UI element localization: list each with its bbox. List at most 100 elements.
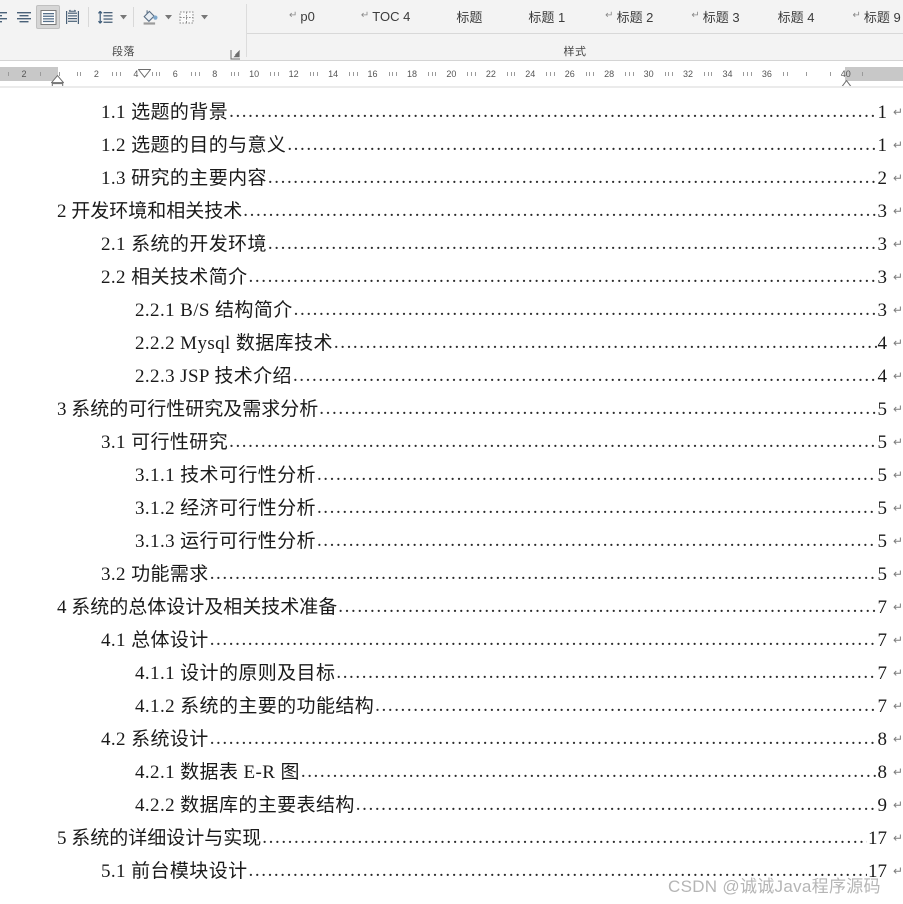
ruler-number: 12 — [288, 69, 299, 79]
ruler-tick — [234, 72, 236, 76]
styles-gallery: ↵ p0 ↵ TOC 4 标题 标题 1 ↵ 标题 2 ↵ 标题 3 标题 4 … — [247, 0, 903, 33]
toc-entry[interactable]: 4.1 总体设计................................… — [57, 625, 903, 658]
align-center-button[interactable] — [12, 5, 36, 29]
style-item-p0[interactable]: ↵ p0 — [279, 1, 325, 32]
toc-entry-page-number: 5 — [877, 465, 888, 486]
toc-entry-label: 2.2.3 JSP 技术介绍 — [135, 366, 292, 387]
toc-leader-dots: ........................................… — [316, 530, 877, 551]
toc-entry-page-number: 3 — [877, 201, 888, 222]
toc-leader-dots: ........................................… — [336, 662, 877, 683]
toc-entry-label: 5 系统的详细设计与实现 — [57, 828, 262, 849]
paragraph-mark-icon: ↵ — [892, 699, 903, 713]
style-item-heading-9[interactable]: ↵ 标题 9 — [842, 1, 903, 32]
style-item-heading-3[interactable]: ↵ 标题 3 — [681, 1, 749, 32]
toolbar-separator — [88, 7, 89, 27]
toc-entry-page-number: 17 — [868, 861, 887, 882]
line-spacing-button[interactable] — [93, 5, 117, 29]
toc-entry[interactable]: 2.2.2 Mysql 数据库技术.......................… — [57, 328, 903, 361]
toc-leader-dots: ........................................… — [209, 629, 877, 650]
toc-entry[interactable]: 1.2 选题的目的与意义............................… — [57, 130, 903, 163]
toc-entry[interactable]: 1.1 选题的背景...............................… — [57, 97, 903, 130]
toc-leader-dots: ........................................… — [209, 563, 877, 584]
ruler-tick — [116, 72, 118, 76]
paragraph-mark-icon: ↵ — [892, 501, 903, 515]
toc-leader-dots: ........................................… — [243, 200, 877, 221]
toc-entry[interactable]: 5 系统的详细设计与实现............................… — [57, 823, 903, 856]
style-item-heading-1[interactable]: 标题 1 — [518, 1, 575, 32]
style-label: 标题 — [456, 10, 483, 25]
style-item-toc4[interactable]: ↵ TOC 4 — [351, 1, 420, 32]
ruler-tick — [112, 72, 114, 76]
ruler-number: 6 — [172, 69, 178, 79]
align-justify-button[interactable] — [36, 5, 60, 29]
toc-entry-page-number: 17 — [868, 828, 887, 849]
borders-dropdown-arrow[interactable] — [198, 5, 210, 29]
toc-entry-page-number: 3 — [877, 267, 888, 288]
ruler-number: 8 — [212, 69, 218, 79]
toc-entry[interactable]: 3.1.1 技术可行性分析...........................… — [57, 460, 903, 493]
toc-leader-dots: ........................................… — [267, 233, 877, 254]
borders-button[interactable] — [174, 5, 198, 29]
style-item-title[interactable]: 标题 — [446, 1, 492, 32]
paragraph-mark-icon: ↵ — [892, 864, 903, 878]
toc-entry[interactable]: 3.2 功能需求................................… — [57, 559, 903, 592]
toc-entry-page-number: 5 — [877, 498, 888, 519]
ruler-tick — [743, 72, 745, 76]
style-item-heading-2[interactable]: ↵ 标题 2 — [595, 1, 663, 32]
style-label: 标题 4 — [777, 10, 815, 25]
toc-entry[interactable]: 2.2.1 B/S 结构简介..........................… — [57, 295, 903, 328]
ribbon-group-paragraph: 段落 — [0, 0, 247, 61]
paragraph-mark-icon: ↵ — [892, 534, 903, 548]
ruler-tick — [806, 72, 808, 76]
toc-leader-dots: ........................................… — [338, 596, 876, 617]
ruler-tick — [356, 72, 358, 76]
toc-leader-dots: ........................................… — [319, 398, 876, 419]
toc-entry[interactable]: 2.2 相关技术简介..............................… — [57, 262, 903, 295]
toc-entry-page-number: 2 — [877, 168, 888, 189]
ruler-tick — [80, 72, 82, 76]
line-spacing-dropdown-arrow[interactable] — [117, 5, 129, 29]
ruler-number: 34 — [722, 69, 733, 79]
horizontal-ruler[interactable]: 2 2 4 6 8 10 12 14 16 18 20 22 24 26 28 30 32 34 36 40 — [0, 61, 903, 90]
ruler-number: 24 — [525, 69, 536, 79]
ruler-tick — [664, 72, 666, 76]
ruler-number: 32 — [683, 69, 694, 79]
toc-entry[interactable]: 4.2.2 数据库的主要表结构.........................… — [57, 790, 903, 823]
ruler-tick — [704, 72, 706, 76]
ruler-tick — [191, 72, 193, 76]
toc-entry-label: 5.1 前台模块设计 — [101, 861, 248, 882]
shading-fill-button[interactable] — [138, 5, 162, 29]
ruler-tick — [672, 72, 674, 76]
toc-entry-label: 3.1.2 经济可行性分析 — [135, 498, 316, 519]
toc-entry[interactable]: 3 系统的可行性研究及需求分析.........................… — [57, 394, 903, 427]
align-left-button[interactable] — [0, 5, 12, 29]
toc-entry-label: 3.1.1 技术可行性分析 — [135, 465, 316, 486]
shading-dropdown-arrow[interactable] — [162, 5, 174, 29]
style-item-heading-4[interactable]: 标题 4 — [768, 1, 825, 32]
toc-entry[interactable]: 3.1 可行性研究...............................… — [57, 427, 903, 460]
toc-entry[interactable]: 4.2 系统设计................................… — [57, 724, 903, 757]
toc-entry[interactable]: 4.1.2 系统的主要的功能结构........................… — [57, 691, 903, 724]
toc-entry[interactable]: 3.1.2 经济可行性分析...........................… — [57, 493, 903, 526]
styles-group-label: 样式 — [563, 46, 587, 58]
document-canvas[interactable]: 1.1 选题的背景...............................… — [0, 88, 903, 904]
paragraph-mark-icon: ↵ — [892, 204, 903, 218]
toc-entry-page-number: 5 — [877, 564, 888, 585]
paragraph-mark-icon: ↵ — [892, 237, 903, 251]
toc-entry[interactable]: 4 系统的总体设计及相关技术准备........................… — [57, 592, 903, 625]
toc-entry[interactable]: 2.2.3 JSP 技术介绍..........................… — [57, 361, 903, 394]
toc-entry[interactable]: 2.1 系统的开发环境.............................… — [57, 229, 903, 262]
toc-leader-dots: ........................................… — [262, 827, 867, 848]
toc-entry[interactable]: 4.1.1 设计的原则及目标..........................… — [57, 658, 903, 691]
toc-leader-dots: ........................................… — [248, 860, 867, 881]
toc-entry[interactable]: 2 开发环境和相关技术.............................… — [57, 196, 903, 229]
toc-entry-page-number: 7 — [877, 663, 888, 684]
paragraph-dialog-launcher[interactable] — [230, 47, 241, 60]
distribute-text-button[interactable] — [60, 5, 84, 29]
toc-entry[interactable]: 3.1.3 运行可行性分析...........................… — [57, 526, 903, 559]
toc-entry[interactable]: 5.1 前台模块设计..............................… — [57, 856, 903, 889]
toc-leader-dots: ........................................… — [355, 794, 877, 815]
toc-entry[interactable]: 1.3 研究的主要内容.............................… — [57, 163, 903, 196]
first-line-indent-marker[interactable] — [137, 65, 152, 83]
toc-entry[interactable]: 4.2.1 数据表 E-R 图.........................… — [57, 757, 903, 790]
